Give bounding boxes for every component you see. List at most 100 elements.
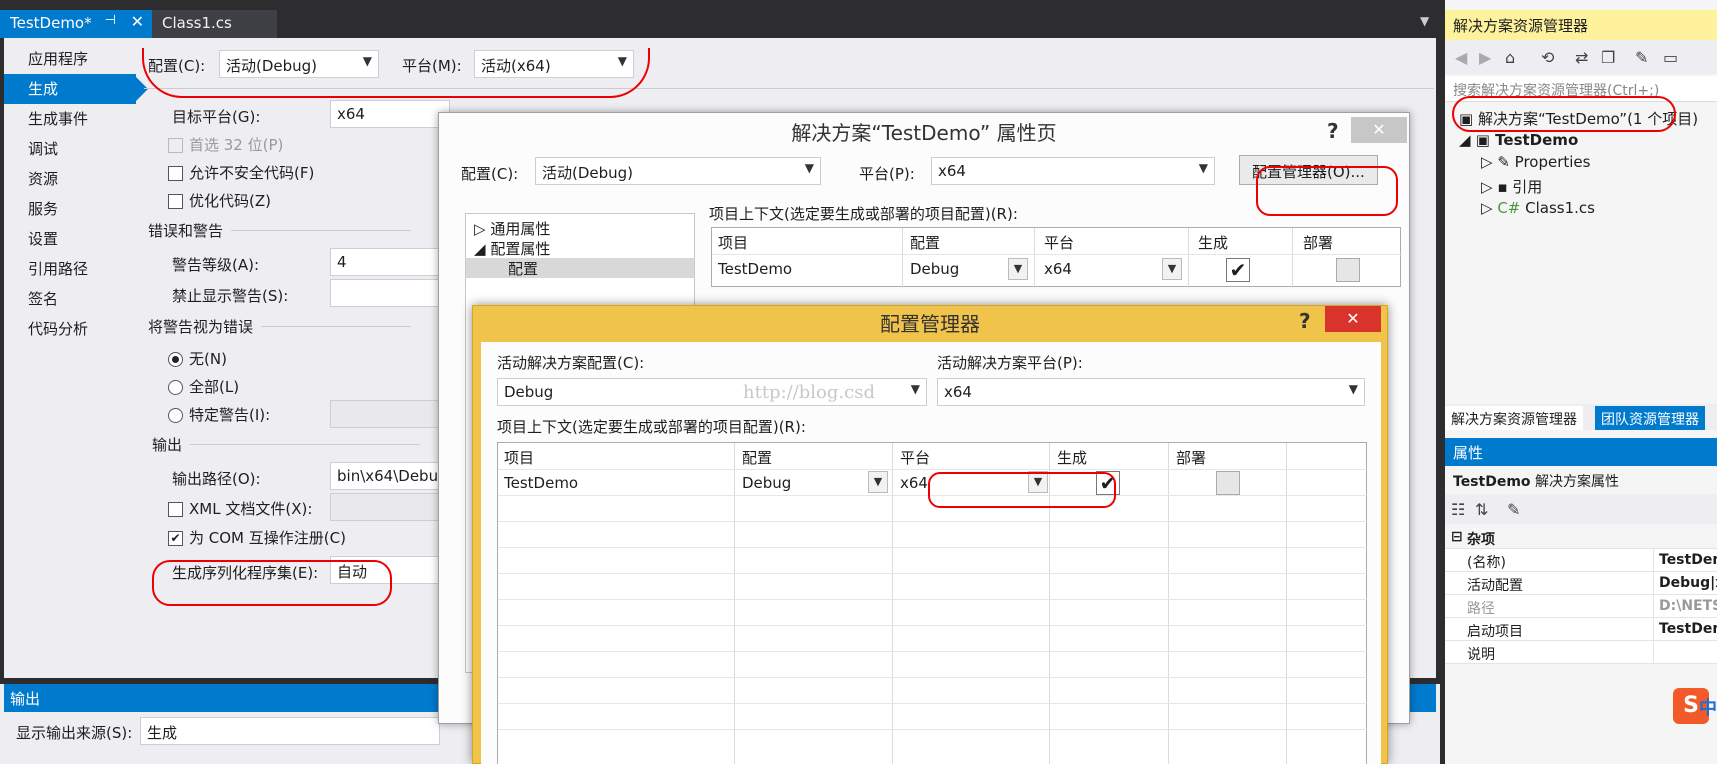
xml-doc-input[interactable] [330, 493, 450, 521]
tab-testdemo[interactable]: TestDemo* ⊣ ✕ [0, 10, 152, 38]
nav-debug[interactable]: 调试 [4, 134, 136, 164]
tree-item-config-props[interactable]: ◢ 配置属性 [474, 238, 550, 259]
chevron-down-icon[interactable]: ▼ [1162, 258, 1182, 280]
com-register-option[interactable]: ✔ 为 COM 互操作注册(C) [168, 527, 346, 548]
expand-icon[interactable]: ▷ [1481, 153, 1497, 171]
alphabetical-icon[interactable]: ⇅ [1475, 500, 1488, 519]
pin-icon[interactable]: ▭ [1663, 48, 1678, 67]
close-button[interactable]: ✕ [1325, 306, 1381, 332]
help-icon[interactable]: ? [1327, 119, 1339, 143]
tree-project[interactable]: ◢ ▣ TestDemo [1459, 131, 1578, 153]
config-select[interactable]: 活动(Debug) ▼ [535, 157, 821, 185]
radio[interactable] [168, 352, 183, 367]
home-icon[interactable]: ⌂ [1505, 48, 1515, 67]
property-row[interactable]: 启动项目 TestDemo [1445, 618, 1717, 641]
output-path-input[interactable]: bin\x64\Debug [330, 462, 450, 490]
nav-build[interactable]: 生成 [4, 74, 148, 104]
chevron-down-icon[interactable]: ▼ [1028, 471, 1048, 493]
chevron-down-icon: ▼ [617, 54, 627, 68]
serialization-select[interactable]: 自动 [330, 556, 450, 584]
output-source-select[interactable]: 生成 [140, 717, 440, 745]
collapse-icon[interactable]: ⊟ [1451, 529, 1463, 545]
platform-select[interactable]: 活动(x64) ▼ [474, 50, 634, 78]
config-cell[interactable]: Debug [904, 256, 965, 282]
expand-icon[interactable]: ▷ [1481, 199, 1497, 217]
tree-item-common[interactable]: ▷ 通用属性 [474, 218, 550, 239]
solution-search-input[interactable]: 搜索解决方案资源管理器(Ctrl+;) [1445, 76, 1717, 102]
nav-resources[interactable]: 资源 [4, 164, 136, 194]
property-row[interactable]: (名称) TestDemo [1445, 549, 1717, 572]
forward-icon[interactable]: ▶ [1479, 48, 1491, 67]
checkbox[interactable] [168, 166, 183, 181]
nav-services[interactable]: 服务 [4, 194, 136, 224]
checkbox[interactable] [168, 138, 183, 153]
prefer32-option[interactable]: 首选 32 位(P) [168, 134, 283, 155]
nav-application[interactable]: 应用程序 [4, 44, 136, 74]
tree-class1[interactable]: ▷ C# Class1.cs [1481, 199, 1595, 221]
history-icon[interactable]: ⟲ [1541, 48, 1554, 67]
nav-build-events[interactable]: 生成事件 [4, 104, 136, 134]
platform-cell[interactable]: x64 [1038, 256, 1078, 282]
treat-specific-option[interactable]: 特定警告(I): [168, 404, 270, 425]
tab-team-explorer[interactable]: 团队资源管理器 [1595, 406, 1705, 430]
build-checkbox[interactable]: ✔ [1226, 258, 1250, 282]
active-platform-select[interactable]: x64 ▼ [937, 378, 1365, 406]
tree-solution[interactable]: ▣ 解决方案“TestDemo”(1 个项目) [1459, 108, 1698, 130]
treat-none-option[interactable]: 无(N) [168, 348, 227, 369]
radio[interactable] [168, 380, 183, 395]
property-row[interactable]: 路径 D:\NETS [1445, 595, 1717, 618]
specific-warnings-input[interactable] [330, 400, 450, 428]
wrench-icon[interactable]: ✎ [1507, 500, 1520, 519]
pin-icon[interactable]: ⊣ [105, 13, 116, 28]
expand-icon[interactable]: ▷ [474, 220, 490, 238]
checkbox[interactable] [168, 194, 183, 209]
sync-icon[interactable]: ⇄ [1575, 48, 1588, 67]
deploy-checkbox[interactable] [1336, 258, 1360, 282]
collapse-icon[interactable]: ◢ [1459, 131, 1476, 149]
wrench-icon[interactable]: ✎ [1635, 48, 1648, 67]
xml-doc-option[interactable]: XML 文档文件(X): [168, 498, 312, 519]
chevron-down-icon[interactable]: ▼ [868, 471, 888, 493]
nav-signing[interactable]: 签名 [4, 284, 136, 314]
configuration-manager-button[interactable]: 配置管理器(O)... [1239, 155, 1378, 185]
nav-reference-paths[interactable]: 引用路径 [4, 254, 136, 284]
close-button[interactable]: ✕ [1351, 117, 1407, 143]
platform-select[interactable]: x64 ▼ [931, 157, 1215, 185]
target-platform-select[interactable]: x64 [330, 100, 450, 128]
checkbox[interactable] [168, 502, 183, 517]
chevron-down-icon[interactable]: ▼ [1008, 258, 1028, 280]
divider [1034, 228, 1035, 288]
back-icon[interactable]: ◀ [1455, 48, 1467, 67]
property-key: 启动项目 [1467, 624, 1523, 640]
expand-icon[interactable]: ▷ [1481, 178, 1497, 196]
categorized-icon[interactable]: ☷ [1451, 500, 1465, 519]
property-row[interactable]: 说明 [1445, 641, 1717, 664]
checkbox-checked[interactable]: ✔ [168, 531, 183, 546]
warn-level-select[interactable]: 4 [330, 248, 450, 276]
nav-settings[interactable]: 设置 [4, 224, 136, 254]
config-select[interactable]: 活动(Debug) ▼ [219, 50, 379, 78]
property-value: Debug|x64 [1659, 575, 1717, 591]
collapse-all-icon[interactable]: ❐ [1601, 48, 1615, 67]
tab-class1[interactable]: Class1.cs [152, 10, 277, 38]
tree-references[interactable]: ▷ ▪ 引用 [1481, 176, 1542, 198]
build-checkbox[interactable]: ✔ [1096, 471, 1120, 495]
property-row[interactable]: 活动配置 Debug|x64 [1445, 572, 1717, 595]
config-cell[interactable]: Debug [736, 470, 797, 496]
suppress-input[interactable] [330, 279, 450, 307]
optimize-option[interactable]: 优化代码(Z) [168, 190, 271, 211]
radio[interactable] [168, 408, 183, 423]
tab-solution-explorer[interactable]: 解决方案资源管理器 [1445, 406, 1583, 430]
deploy-checkbox[interactable] [1216, 471, 1240, 495]
close-icon[interactable]: ✕ [131, 12, 144, 31]
unsafe-option[interactable]: 允许不安全代码(F) [168, 162, 314, 183]
platform-cell[interactable]: x64 [894, 470, 934, 496]
treat-all-option[interactable]: 全部(L) [168, 376, 239, 397]
tree-properties[interactable]: ▷ ✎ Properties [1481, 153, 1590, 175]
chevron-down-icon[interactable]: ▼ [1420, 14, 1429, 28]
collapse-icon[interactable]: ◢ [474, 240, 490, 258]
nav-code-analysis[interactable]: 代码分析 [4, 314, 136, 344]
help-icon[interactable]: ? [1299, 309, 1311, 333]
category-row[interactable]: ⊟ 杂项 [1445, 526, 1717, 549]
tree-item-config[interactable]: 配置 [466, 258, 694, 278]
